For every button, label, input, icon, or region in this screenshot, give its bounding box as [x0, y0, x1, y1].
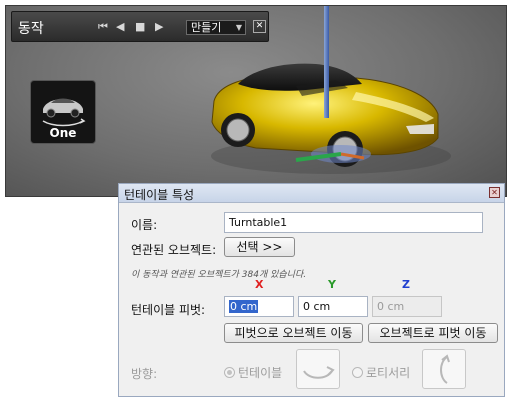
name-label: 이름:: [131, 218, 158, 232]
close-icon[interactable]: ✕: [489, 187, 500, 198]
thumbnail-label: One: [49, 126, 77, 140]
dialog-title: 턴테이블 특성: [124, 188, 195, 202]
turntable-option-label: 턴테이블: [238, 366, 283, 380]
pivot-y-field[interactable]: 0 cm: [298, 296, 368, 317]
play-forward-icon[interactable]: ▶: [155, 20, 163, 34]
rotisserie-radio: [352, 367, 363, 378]
dialog-title-bar[interactable]: 턴테이블 특성 ✕: [119, 184, 504, 203]
pivot-z-field: 0 cm: [372, 296, 442, 317]
move-object-to-pivot-button[interactable]: 피벗으로 오브젝트 이동: [224, 323, 363, 343]
pivot-axis-handle[interactable]: [324, 6, 329, 118]
linked-objects-label: 연관된 오브젝트:: [131, 243, 217, 257]
toolbar-title: 동작: [18, 21, 44, 37]
behavior-dropdown-value: 만들기: [191, 21, 222, 34]
axis-y-label: Y: [328, 278, 336, 291]
animation-toolbar: 동작 ⏮ ◀ ■ ▶ 만들기 ▼ ✕: [11, 11, 269, 42]
turntable-direction-icon: [296, 349, 340, 389]
turntable-car-icon: [42, 98, 86, 127]
pivot-x-field[interactable]: 0 cm: [224, 296, 294, 317]
stop-icon[interactable]: ■: [135, 20, 145, 34]
behavior-thumbnail[interactable]: One: [30, 80, 96, 144]
go-to-start-icon[interactable]: ⏮: [98, 20, 108, 34]
rotisserie-option-label: 로티서리: [366, 366, 411, 380]
move-pivot-to-object-button[interactable]: 오브젝트로 피벗 이동: [368, 323, 498, 343]
3d-viewport[interactable]: 동작 ⏮ ◀ ■ ▶ 만들기 ▼ ✕ One: [5, 5, 507, 197]
select-objects-button[interactable]: 선택 >>: [224, 237, 295, 257]
turntable-radio: [224, 367, 235, 378]
rotisserie-direction-icon: [422, 349, 466, 389]
chevron-down-icon: ▼: [235, 23, 242, 32]
axis-x-label: X: [255, 278, 264, 291]
linked-objects-note: 이 동작과 연관된 오브젝트가 384개 있습니다.: [131, 270, 307, 280]
behavior-dropdown[interactable]: 만들기 ▼: [186, 20, 246, 35]
toolbar-close-icon[interactable]: ✕: [253, 20, 266, 33]
axis-z-label: Z: [402, 278, 410, 291]
pivot-x-value: 0 cm: [229, 300, 259, 313]
direction-label: 방향:: [131, 367, 158, 381]
play-backward-icon[interactable]: ◀: [116, 20, 124, 34]
pivot-label: 턴테이블 피벗:: [131, 303, 206, 317]
turntable-rotation-icon: [303, 366, 335, 379]
turntable-properties-dialog: 턴테이블 특성 ✕ 이름: Turntable1 연관된 오브젝트: 선택 >>…: [118, 183, 505, 397]
name-field[interactable]: Turntable1: [224, 212, 483, 233]
rotisserie-rotation-icon: [440, 354, 450, 384]
